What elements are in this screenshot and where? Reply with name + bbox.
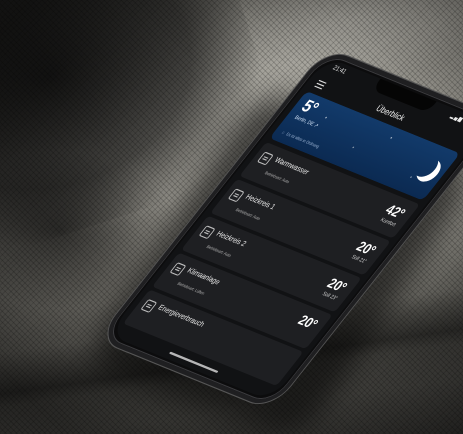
hamburger-menu-icon[interactable] bbox=[314, 78, 328, 90]
energy-meter-icon bbox=[140, 298, 158, 313]
row-title: Klimaanlage bbox=[185, 267, 222, 287]
row-title: Heizkreis 1 bbox=[243, 193, 277, 212]
water-heater-icon bbox=[256, 151, 274, 166]
status-time: 21:41 bbox=[330, 65, 348, 76]
row-subtitle: Betriebsart: Lüften bbox=[176, 280, 207, 296]
row-subtitle: Betriebsart: Auto bbox=[234, 206, 262, 222]
moon-icon bbox=[409, 152, 443, 180]
system-status-text: Es ist alles in Ordnung bbox=[285, 131, 321, 149]
system-status: ⌂ Es ist alles in Ordnung bbox=[281, 129, 321, 149]
radiator-icon bbox=[227, 188, 245, 203]
signal-battery-icon: ▂▄▆ ◔ ▭ bbox=[448, 113, 463, 128]
radiator-icon bbox=[198, 225, 216, 240]
row-value: 20° bbox=[294, 311, 322, 333]
air-conditioner-icon bbox=[169, 262, 187, 277]
row-subtitle: Betriebsart: Auto bbox=[205, 243, 233, 259]
row-title: Energieverbrauch bbox=[156, 304, 206, 329]
row-subtitle: Betriebsart: Auto bbox=[263, 169, 292, 185]
row-title: Heizkreis 2 bbox=[214, 230, 248, 249]
